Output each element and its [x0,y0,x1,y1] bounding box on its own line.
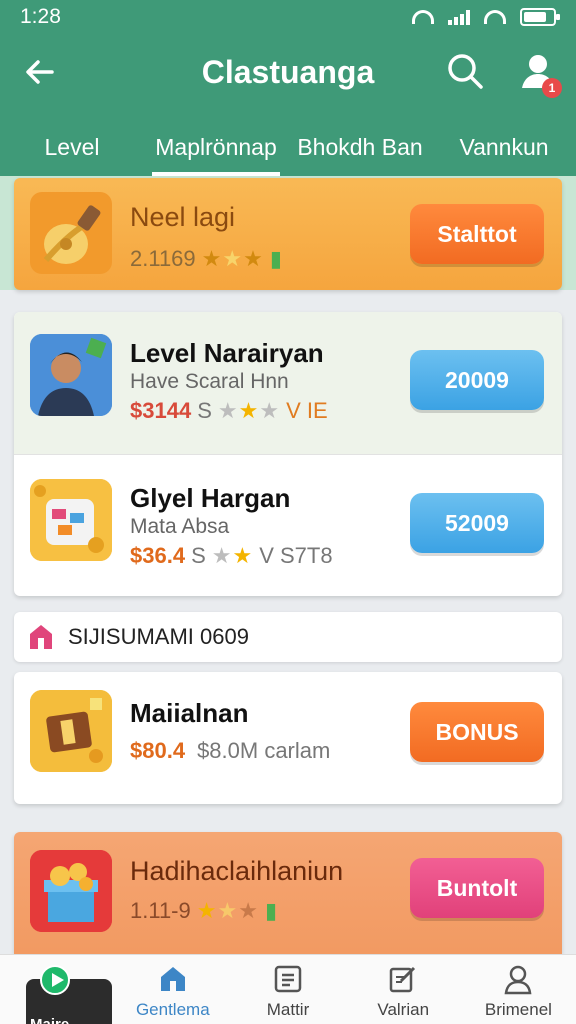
item-price-button[interactable]: 52009 [410,493,544,553]
status-bar: 1:28 [0,0,576,34]
tab-bhokdh-ban[interactable]: Bhokdh Ban [288,118,432,176]
item-name: Level Narairyan [130,338,324,368]
edit-icon [386,962,420,996]
item-meta-right: V IE [286,398,328,423]
bonus-name: Maiialnan [130,698,249,728]
nav-profile-label: Brimenel [484,1000,552,1019]
featured-card[interactable]: Neel lagi 2.1169 ★★★ ▮ Stalttot [14,178,562,290]
nav-list-label: Mattir [266,1000,310,1019]
play-icon[interactable] [40,965,70,995]
item-price-line: $3144 S ★★★ V IE [130,398,328,424]
tab-bar: Level Maplrönnap Bhokdh Ban Vannkun [0,118,576,176]
featured-meta-line: 2.1169 ★★★ ▮ [130,246,282,272]
bonus-price: $80.4 [130,738,186,763]
nav-profile[interactable]: Brimenel [461,955,576,1024]
rating-stars: ★★★ [201,246,264,271]
section-label: SIJISUMAMI 0609 [68,624,249,649]
featured-start-button[interactable]: Stalttot [410,204,544,264]
home-icon [156,962,190,996]
promo-name: Hadihaclaihlaniun [130,856,344,886]
promo-meta-line: 1.11-9 ★★★ ▮ [130,898,277,924]
chest-thumbnail [30,690,112,772]
featured-meta: 2.1169 [130,246,196,271]
mini-thumbnail[interactable]: Maire [26,979,112,1024]
rating-stars: ★★★ [217,398,281,423]
item-price-line: $36.4 S ★★ V S7T8 [130,543,333,569]
game-thumbnail [30,479,112,561]
nav-list[interactable]: Mattir [230,955,345,1024]
tab-level[interactable]: Level [0,118,144,176]
bonus-button[interactable]: BONUS [410,702,544,762]
tab-maplronnap[interactable]: Maplrönnap [144,118,288,176]
item-subtitle: Mata Absa [130,515,230,538]
bonus-meta: $8.0M carlam [197,738,331,763]
signal-icon [448,9,470,25]
promo-meta: 1.11-9 [130,898,191,923]
mini-label: Maire [30,1016,69,1024]
avatar [30,334,112,416]
gift-thumbnail [30,850,112,932]
battery-icon [520,8,560,26]
rating-stars: ★★ [211,543,254,568]
tab-vannkun[interactable]: Vannkun [432,118,576,176]
item-subtitle: Have Scaral Hnn [130,370,289,393]
list-item[interactable]: Glyel Hargan Mata Absa $36.4 S ★★ V S7T8… [14,455,562,596]
nav-home[interactable]: Gentlema [115,955,230,1024]
lamp-thumbnail [30,192,112,274]
item-list-card: Level Narairyan Have Scaral Hnn $3144 S … [14,312,562,596]
nav-edit-label: Valrian [377,1000,430,1019]
item-meta-left: S [197,398,212,423]
shield-icon: ▮ [264,898,278,923]
bonus-card[interactable]: Maiialnan $80.4 $8.0M carlam BONUS [14,672,562,804]
section-header: SIJISUMAMI 0609 [14,612,562,662]
item-name: Glyel Hargan [130,483,291,513]
item-price: $3144 [130,398,192,423]
status-icons [412,8,560,26]
nav-mini-player[interactable]: Maire [0,955,115,1024]
item-price: $36.4 [130,543,186,568]
status-time: 1:28 [20,5,61,28]
search-icon[interactable] [444,50,486,92]
wifi-icon [412,10,434,24]
shield-icon: ▮ [269,246,282,271]
wifi-alt-icon [484,10,506,24]
rating-stars: ★★★ [196,898,259,923]
item-price-button[interactable]: 20009 [410,350,544,410]
bottom-nav: Maire Gentlema Mattir Valrian Brimenel [0,954,576,1024]
nav-edit[interactable]: Valrian [346,955,461,1024]
nav-home-label: Gentlema [135,1000,210,1019]
promo-button[interactable]: Buntolt [410,858,544,918]
home-badge-icon [30,625,52,649]
page-title: Clastuanga [201,54,375,90]
bonus-price-line: $80.4 $8.0M carlam [130,738,330,764]
list-icon [271,962,305,996]
list-item[interactable]: Level Narairyan Have Scaral Hnn $3144 S … [14,312,562,454]
person-icon [501,962,535,996]
item-meta-left: S [191,543,206,568]
notification-badge: 1 [542,78,562,98]
item-meta-right: V S7T8 [259,543,333,568]
promo-card[interactable]: Hadihaclaihlaniun 1.11-9 ★★★ ▮ Buntolt [14,832,562,954]
featured-name: Neel lagi [130,202,236,232]
app-bar: Clastuanga 1 [0,34,576,118]
